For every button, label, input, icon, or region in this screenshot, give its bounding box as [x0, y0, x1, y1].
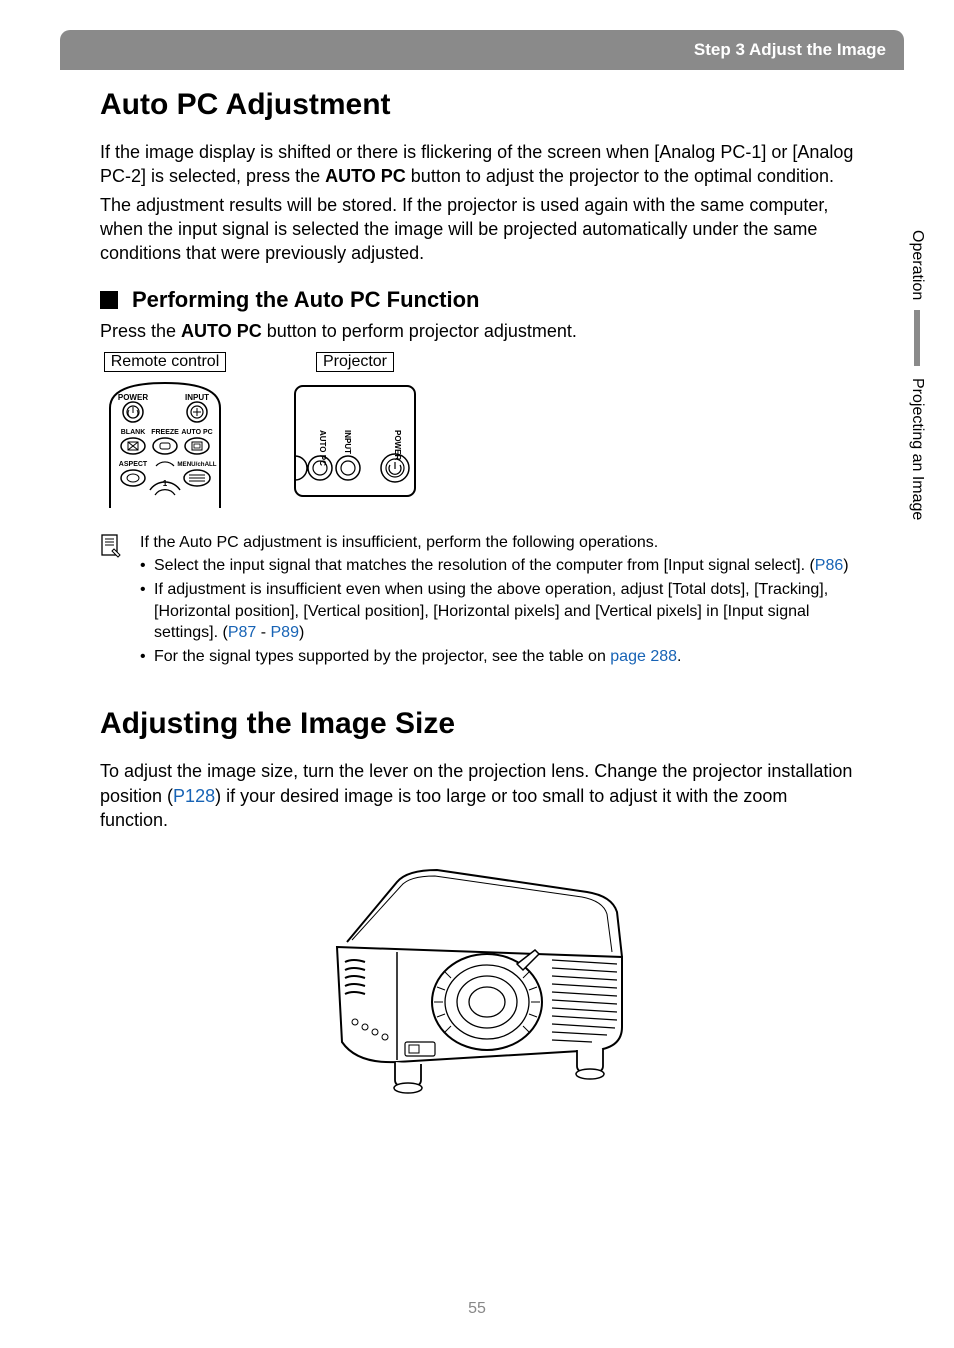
note-block: If the Auto PC adjustment is insufficien…: [100, 532, 854, 668]
remote-control-illustration: POWER INPUT BLANK FREEZE AUTO PC: [100, 378, 230, 508]
link-p86[interactable]: P86: [815, 557, 843, 574]
note-bullet-1: Select the input signal that matches the…: [140, 555, 854, 577]
note-bullet-2: If adjustment is insufficient even when …: [140, 579, 854, 644]
lbl-one: 1: [163, 479, 168, 488]
b2mid: -: [256, 624, 270, 641]
fig2-label: Projector: [316, 352, 394, 372]
note-bullet-3: For the signal types supported by the pr…: [140, 646, 854, 668]
p1c: button to adjust the projector to the op…: [406, 166, 834, 186]
lbl-blank: BLANK: [121, 429, 146, 436]
page-number: 55: [0, 1300, 954, 1318]
lbl-aspect: ASPECT: [119, 461, 148, 468]
fig1-label: Remote control: [104, 352, 227, 372]
side-tab-projecting: Projecting an Image: [908, 378, 926, 520]
section1-para2: The adjustment results will be stored. I…: [100, 193, 854, 266]
figure-remote: Remote control POWER INPUT BLANK FREEZE …: [100, 352, 230, 508]
section2-para1: To adjust the image size, turn the lever…: [100, 759, 854, 832]
b3a: For the signal types supported by the pr…: [154, 648, 610, 665]
side-tab-divider: [914, 310, 920, 366]
link-page288[interactable]: page 288: [610, 648, 677, 665]
b2b: ): [299, 624, 304, 641]
link-p128[interactable]: P128: [173, 786, 215, 806]
projector-illustration: [277, 852, 677, 1112]
link-p89[interactable]: P89: [271, 624, 299, 641]
lbl-power: POWER: [118, 393, 148, 402]
lbl-input: INPUT: [185, 393, 209, 402]
section1-para1: If the image display is shifted or there…: [100, 140, 854, 189]
figures-row: Remote control POWER INPUT BLANK FREEZE …: [100, 352, 854, 508]
note-content: If the Auto PC adjustment is insufficien…: [140, 532, 854, 668]
header-bar: Step 3 Adjust the Image: [60, 30, 904, 70]
b1b: ): [843, 557, 848, 574]
sp-c: button to perform projector adjustment.: [262, 321, 577, 341]
lbl-freeze: FREEZE: [151, 429, 179, 436]
sp-b: AUTO PC: [181, 321, 262, 341]
projector-panel-illustration: AUTO PC INPUT POWER: [290, 378, 420, 508]
header-title: Step 3 Adjust the Image: [694, 40, 886, 59]
section1-subhead: Performing the Auto PC Function: [132, 287, 480, 313]
section1-subpara: Press the AUTO PC button to perform proj…: [100, 319, 854, 343]
note-intro: If the Auto PC adjustment is insufficien…: [140, 532, 854, 554]
bullet-square-icon: [100, 291, 118, 309]
link-p87[interactable]: P87: [228, 624, 256, 641]
side-tab-operation: Operation: [908, 230, 926, 300]
lbl-autopc: AUTO PC: [181, 429, 212, 436]
p1b: AUTO PC: [325, 166, 406, 186]
lbl-menu: MENU/chALL: [177, 461, 216, 468]
side-tabs: Operation Projecting an Image: [908, 230, 926, 531]
sp-a: Press the: [100, 321, 181, 341]
plbl-input: INPUT: [343, 430, 352, 454]
figure-projector-panel: Projector AUTO PC INPUT POWER: [290, 352, 420, 508]
b3b: .: [677, 648, 681, 665]
section2-title: Adjusting the Image Size: [100, 707, 854, 741]
b1a: Select the input signal that matches the…: [154, 557, 815, 574]
subhead-row: Performing the Auto PC Function: [100, 287, 854, 313]
section1-title: Auto PC Adjustment: [100, 88, 854, 122]
note-icon: [100, 532, 124, 668]
